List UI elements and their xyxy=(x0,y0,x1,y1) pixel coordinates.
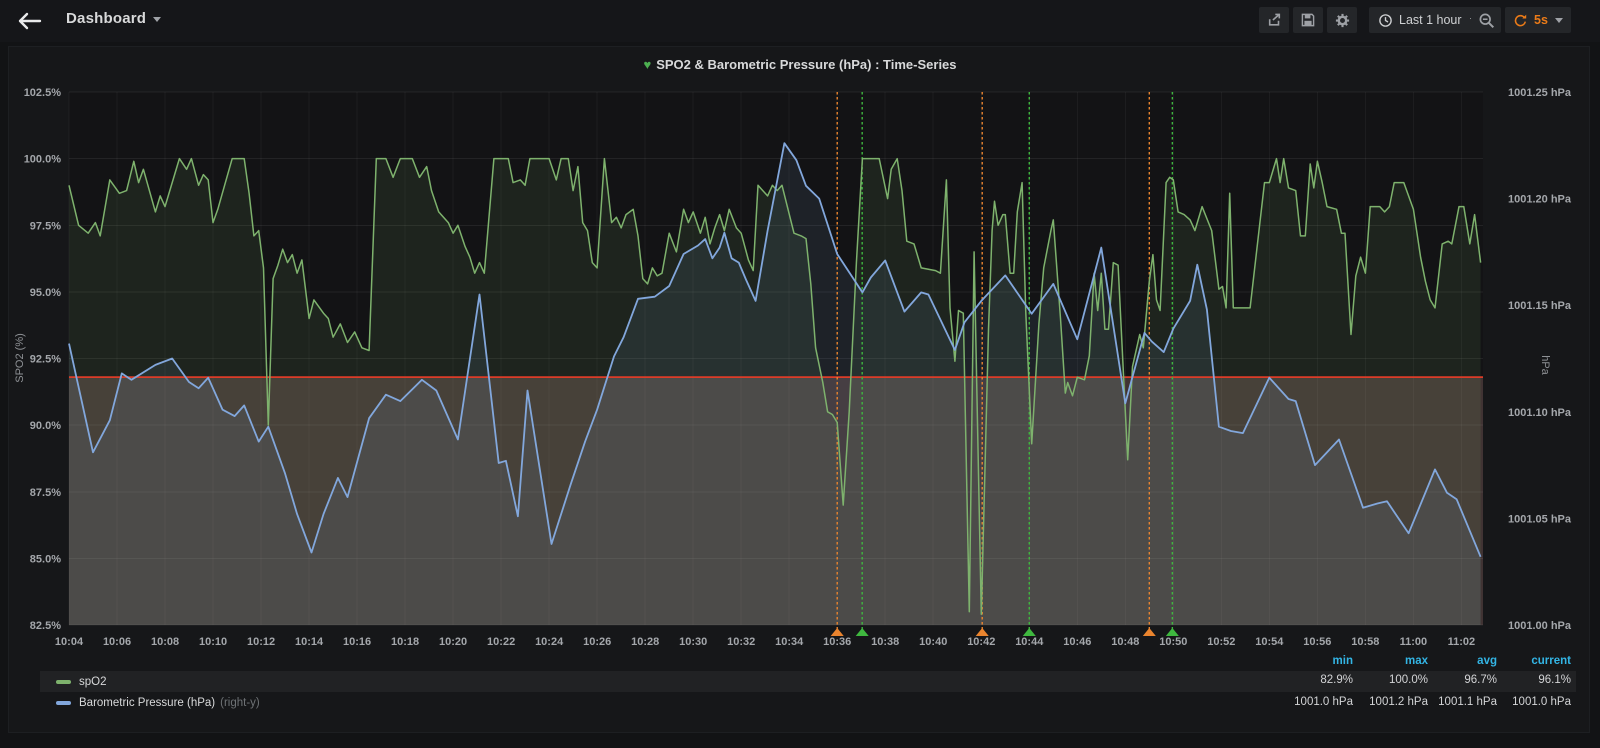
legend-stat-value: 100.0% xyxy=(1388,674,1428,686)
legend-stat-value: 1001.1 hPa xyxy=(1438,696,1497,708)
svg-text:82.5%: 82.5% xyxy=(30,620,61,632)
svg-text:10:50: 10:50 xyxy=(1159,636,1187,648)
svg-text:10:26: 10:26 xyxy=(583,636,611,648)
legend-stat-value: 96.1% xyxy=(1538,674,1571,686)
svg-text:10:04: 10:04 xyxy=(55,636,84,648)
svg-text:10:16: 10:16 xyxy=(343,636,371,648)
legend-col-current[interactable]: current xyxy=(1531,655,1571,667)
svg-text:10:14: 10:14 xyxy=(295,636,324,648)
svg-text:1001.05 hPa: 1001.05 hPa xyxy=(1508,513,1572,525)
svg-text:87.5%: 87.5% xyxy=(30,487,61,499)
svg-text:10:08: 10:08 xyxy=(151,636,179,648)
svg-text:10:52: 10:52 xyxy=(1207,636,1235,648)
svg-text:102.5%: 102.5% xyxy=(24,87,62,99)
legend-series-suffix: (right-y) xyxy=(220,696,260,709)
legend-col-min[interactable]: min xyxy=(1333,655,1353,667)
legend-stat-value: 1001.2 hPa xyxy=(1369,696,1428,708)
svg-text:1001.00 hPa: 1001.00 hPa xyxy=(1508,620,1572,632)
svg-text:1001.25 hPa: 1001.25 hPa xyxy=(1508,87,1572,99)
legend-series-color-dash[interactable] xyxy=(56,679,71,684)
svg-text:10:28: 10:28 xyxy=(631,636,659,648)
svg-text:10:48: 10:48 xyxy=(1111,636,1139,648)
svg-text:10:44: 10:44 xyxy=(1015,636,1044,648)
svg-text:92.5%: 92.5% xyxy=(30,354,61,366)
legend-stat-value: 1001.0 hPa xyxy=(1294,696,1353,708)
svg-text:10:24: 10:24 xyxy=(535,636,564,648)
svg-text:10:20: 10:20 xyxy=(439,636,467,648)
annotation-marker-alert[interactable] xyxy=(975,628,989,636)
grafana-dashboard: Dashboard Last 1 hour 5s ♥ SPO2 & Barome… xyxy=(0,0,1600,748)
svg-text:10:22: 10:22 xyxy=(487,636,515,648)
svg-text:10:10: 10:10 xyxy=(199,636,227,648)
svg-text:85.0%: 85.0% xyxy=(30,553,61,565)
legend-col-max[interactable]: max xyxy=(1405,655,1428,667)
svg-text:90.0%: 90.0% xyxy=(30,420,61,432)
annotation-marker-alert[interactable] xyxy=(830,628,844,636)
svg-text:10:56: 10:56 xyxy=(1303,636,1331,648)
legend-row: Barometric Pressure (hPa) (right-y) 1001.0… xyxy=(40,692,1576,713)
svg-text:100.0%: 100.0% xyxy=(24,154,62,166)
annotation-marker-ok[interactable] xyxy=(855,628,869,636)
legend-stat-value: 1001.0 hPa xyxy=(1512,696,1571,708)
legend-series-label[interactable]: Barometric Pressure (hPa) xyxy=(79,697,215,709)
svg-text:10:38: 10:38 xyxy=(871,636,899,648)
svg-text:10:34: 10:34 xyxy=(775,636,804,648)
svg-text:97.5%: 97.5% xyxy=(30,220,61,232)
svg-text:10:06: 10:06 xyxy=(103,636,131,648)
legend-table: min max avg current spO2 82.9% 100.0% 96.7% 96.… xyxy=(40,654,1576,713)
annotation-marker-alert[interactable] xyxy=(1142,628,1156,636)
svg-text:1001.15 hPa: 1001.15 hPa xyxy=(1508,300,1572,312)
svg-text:1001.20 hPa: 1001.20 hPa xyxy=(1508,194,1572,206)
legend-series-label[interactable]: spO2 xyxy=(79,676,107,688)
y-right-axis-title: hPa xyxy=(1539,355,1551,375)
svg-text:10:40: 10:40 xyxy=(919,636,947,648)
svg-text:10:46: 10:46 xyxy=(1063,636,1091,648)
svg-text:10:54: 10:54 xyxy=(1255,636,1284,648)
annotation-marker-ok[interactable] xyxy=(1022,628,1036,636)
svg-text:11:02: 11:02 xyxy=(1448,636,1476,648)
svg-text:10:18: 10:18 xyxy=(391,636,419,648)
svg-text:10:58: 10:58 xyxy=(1351,636,1379,648)
legend-stat-value: 82.9% xyxy=(1320,674,1353,686)
svg-text:10:12: 10:12 xyxy=(247,636,275,648)
svg-text:10:32: 10:32 xyxy=(727,636,755,648)
svg-text:10:36: 10:36 xyxy=(823,636,851,648)
svg-text:11:00: 11:00 xyxy=(1400,636,1428,648)
legend-series-color-dash[interactable] xyxy=(56,700,71,705)
y-left-axis-title: SPO2 (%) xyxy=(14,333,26,383)
legend-row: spO2 82.9% 100.0% 96.7% 96.1% xyxy=(40,671,1576,692)
legend-header-row: min max avg current xyxy=(40,654,1576,671)
svg-text:10:30: 10:30 xyxy=(679,636,707,648)
svg-text:10:42: 10:42 xyxy=(967,636,995,648)
legend-col-avg[interactable]: avg xyxy=(1477,655,1497,667)
legend-stat-value: 96.7% xyxy=(1464,674,1497,686)
time-series-chart[interactable]: 102.5% 100.0% 97.5% 95.0% 92.5% 90.0% 87.5% 85.… xyxy=(0,0,1600,748)
svg-text:1001.10 hPa: 1001.10 hPa xyxy=(1508,407,1572,419)
annotation-marker-ok[interactable] xyxy=(1165,628,1179,636)
svg-text:95.0%: 95.0% xyxy=(30,287,61,299)
